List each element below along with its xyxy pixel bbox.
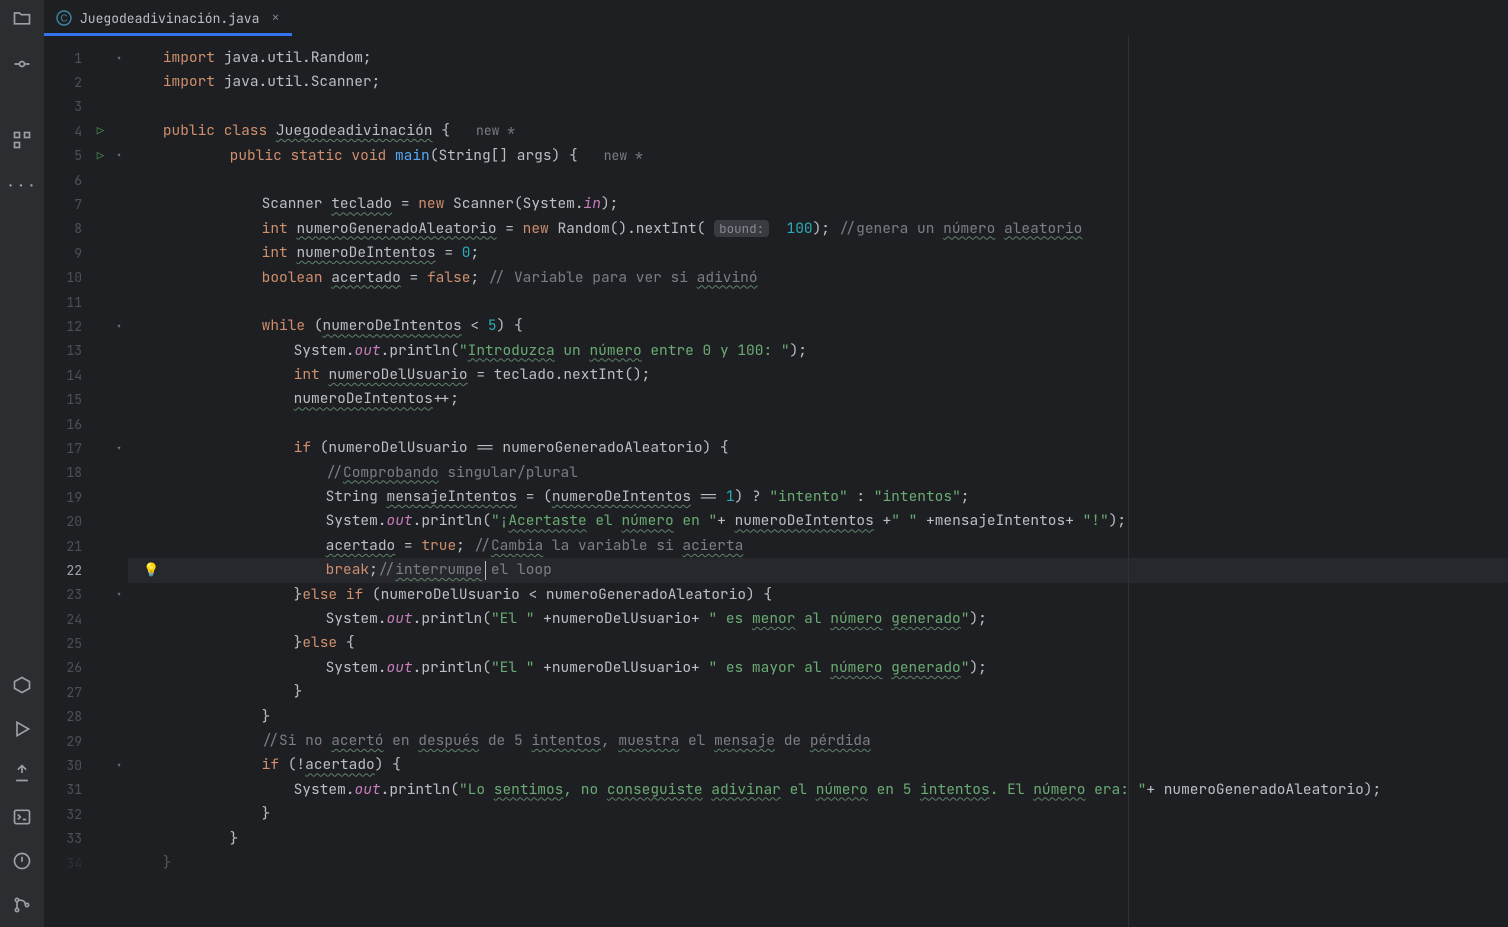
gutter-row[interactable]: 30▾ [44, 753, 126, 777]
code-line[interactable]: } [128, 802, 1508, 826]
run-icon[interactable] [12, 719, 32, 739]
fold-icon[interactable]: ▾ [116, 588, 122, 601]
gutter-row[interactable]: 10 [44, 266, 126, 290]
gutter-row[interactable]: 4▷ [44, 119, 126, 143]
code-line[interactable]: import java.util.Random; [128, 46, 1508, 70]
intention-bulb-icon[interactable]: 💡 [143, 558, 159, 582]
fold-icon[interactable]: ▾ [116, 149, 122, 162]
gutter-row[interactable]: 19 [44, 485, 126, 509]
code-line[interactable]: } [128, 705, 1508, 729]
code-line[interactable] [128, 412, 1508, 436]
build-icon[interactable] [12, 763, 32, 783]
code-line[interactable] [128, 290, 1508, 314]
code-line[interactable]: acertado = true; //Cambia la variable si… [128, 534, 1508, 558]
code-line[interactable] [128, 95, 1508, 119]
gutter-row[interactable]: 34 [44, 851, 126, 875]
close-icon[interactable]: × [267, 9, 279, 27]
gutter-row[interactable]: 8 [44, 217, 126, 241]
gutter-row[interactable]: 11 [44, 290, 126, 314]
code-line[interactable]: }else if (numeroDelUsuario < numeroGener… [128, 583, 1508, 607]
code-line[interactable]: if (!acertado) { [128, 753, 1508, 777]
code-line[interactable]: } [128, 851, 1508, 875]
gutter-row[interactable]: 1▾ [44, 46, 126, 70]
gutter-row[interactable]: 29 [44, 729, 126, 753]
run-gutter-icon[interactable]: ▷ [97, 148, 104, 164]
code-line[interactable]: numeroDeIntentos++; [128, 387, 1508, 411]
gutter[interactable]: 1▾234▷5▷▾6789101112▾1314151617▾181920212… [44, 36, 126, 927]
code-line[interactable]: System.out.println("Introduzca un número… [128, 339, 1508, 363]
fold-icon[interactable]: ▾ [116, 442, 122, 455]
code-line[interactable]: String mensajeIntentos = (numeroDeIntent… [128, 485, 1508, 509]
code-line[interactable]: System.out.println("¡Acertaste el número… [128, 509, 1508, 533]
code-line[interactable]: System.out.println("El " +numeroDelUsuar… [128, 607, 1508, 631]
code-line[interactable] [128, 168, 1508, 192]
code-line[interactable]: while (numeroDeIntentos < 5) { [128, 314, 1508, 338]
code-line[interactable]: //Si no acertó en después de 5 intentos,… [128, 729, 1508, 753]
project-icon[interactable] [12, 8, 32, 28]
code-line[interactable]: int numeroGeneradoAleatorio = new Random… [128, 217, 1508, 241]
gutter-row[interactable]: 32 [44, 802, 126, 826]
gutter-row[interactable]: 25 [44, 631, 126, 655]
gutter-row[interactable]: 5▷▾ [44, 144, 126, 168]
gutter-row[interactable]: 23▾ [44, 583, 126, 607]
gutter-row[interactable]: 6 [44, 168, 126, 192]
gutter-row[interactable]: 15 [44, 387, 126, 411]
gutter-row[interactable]: 3 [44, 95, 126, 119]
code-line[interactable]: boolean acertado = false; // Variable pa… [128, 266, 1508, 290]
code-line[interactable]: int numeroDelUsuario = teclado.nextInt()… [128, 363, 1508, 387]
commit-icon[interactable] [12, 54, 32, 74]
gutter-row[interactable]: 12▾ [44, 314, 126, 338]
code-line[interactable]: } [128, 680, 1508, 704]
gutter-row[interactable]: 18 [44, 461, 126, 485]
code-line[interactable]: int numeroDeIntentos = 0; [128, 241, 1508, 265]
gutter-row[interactable]: 33 [44, 827, 126, 851]
gutter-row[interactable]: 14 [44, 363, 126, 387]
code-line[interactable]: }else { [128, 631, 1508, 655]
terminal-icon[interactable] [12, 807, 32, 827]
run-gutter-icon[interactable]: ▷ [97, 123, 104, 139]
code-line[interactable]: } [128, 827, 1508, 851]
gutter-row[interactable]: 17▾ [44, 436, 126, 460]
vcs-icon[interactable] [12, 895, 32, 915]
editor[interactable]: 1▾234▷5▷▾6789101112▾1314151617▾181920212… [44, 36, 1508, 927]
gutter-row[interactable]: 7 [44, 192, 126, 216]
problems-icon[interactable] [12, 851, 32, 871]
caret [485, 561, 486, 579]
gutter-row[interactable]: 9 [44, 241, 126, 265]
code-line[interactable]: public class Juegodeadivinación { new * [128, 119, 1508, 143]
svg-text:C: C [60, 14, 67, 25]
code-line[interactable]: if (numeroDelUsuario == numeroGeneradoAl… [128, 436, 1508, 460]
right-margin [1128, 36, 1129, 927]
gutter-row[interactable]: 2 [44, 70, 126, 94]
gutter-row[interactable]: 13 [44, 339, 126, 363]
gutter-row[interactable]: 16 [44, 412, 126, 436]
structure-icon[interactable] [12, 130, 32, 150]
java-class-icon: C [56, 10, 72, 26]
gutter-row[interactable]: 28 [44, 705, 126, 729]
gutter-row[interactable]: 20 [44, 509, 126, 533]
gutter-row[interactable]: 26 [44, 656, 126, 680]
gutter-row[interactable]: 27 [44, 680, 126, 704]
tab-file[interactable]: C Juegodeadivinación.java × [44, 0, 292, 36]
code-line[interactable]: break;//interrumpe el loop💡 [128, 558, 1508, 582]
gutter-row[interactable]: 22 [44, 558, 126, 582]
services-icon[interactable] [12, 675, 32, 695]
gutter-row[interactable]: 21 [44, 534, 126, 558]
code-line[interactable]: Scanner teclado = new Scanner(System.in)… [128, 192, 1508, 216]
tab-filename: Juegodeadivinación.java [80, 10, 259, 27]
tool-strip: ··· [0, 0, 44, 927]
code-line[interactable]: //Comprobando singular/plural [128, 461, 1508, 485]
fold-icon[interactable]: ▾ [116, 52, 122, 65]
editor-tabs: C Juegodeadivinación.java × [44, 0, 1508, 36]
code-line[interactable]: import java.util.Scanner; [128, 70, 1508, 94]
fold-icon[interactable]: ▾ [116, 759, 122, 772]
code-line[interactable]: public static void main(String[] args) {… [128, 144, 1508, 168]
gutter-row[interactable]: 24 [44, 607, 126, 631]
code-area[interactable]: import java.util.Random; import java.uti… [126, 36, 1508, 927]
code-line[interactable]: System.out.println("Lo sentimos, no cons… [128, 778, 1508, 802]
more-icon[interactable]: ··· [12, 176, 32, 196]
gutter-row[interactable]: 31 [44, 778, 126, 802]
code-line[interactable]: System.out.println("El " +numeroDelUsuar… [128, 656, 1508, 680]
fold-icon[interactable]: ▾ [116, 320, 122, 333]
